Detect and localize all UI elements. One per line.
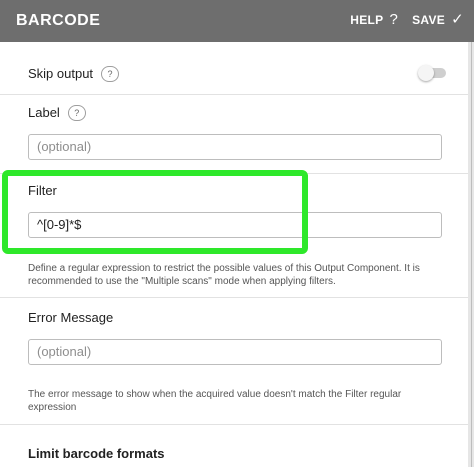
skip-output-toggle[interactable]	[418, 65, 446, 81]
help-button[interactable]: HELP ?	[350, 12, 398, 27]
label-field-label-row: Label?	[28, 105, 86, 121]
divider	[0, 94, 470, 95]
filter-highlight-box	[2, 170, 308, 254]
divider	[0, 424, 470, 425]
label-input[interactable]: (optional)	[28, 134, 442, 160]
save-button-label: SAVE	[412, 12, 446, 27]
label-field-label: Label	[28, 105, 60, 120]
skip-output-help-icon[interactable]: ?	[101, 66, 120, 82]
filter-help-text: Define a regular expression to restrict …	[28, 263, 420, 287]
checkmark-icon: ✓	[451, 11, 464, 28]
app-header: BARCODE HELP ? SAVE ✓	[0, 0, 474, 42]
error-message-label: Error Message	[28, 310, 114, 325]
header-actions: HELP ? SAVE ✓	[350, 12, 464, 27]
label-help-icon[interactable]: ?	[67, 105, 86, 121]
error-message-input[interactable]: (optional)	[28, 339, 442, 365]
save-button[interactable]: SAVE ✓	[412, 12, 464, 27]
help-button-label: HELP	[350, 12, 384, 27]
label-input-placeholder: (optional)	[37, 139, 92, 154]
question-mark-icon: ?	[389, 11, 399, 28]
skip-output-label: Skip output	[28, 66, 94, 81]
scrollbar-track	[471, 42, 472, 467]
error-message-help-text: The error message to show when the acqui…	[28, 389, 402, 413]
skip-output-label-row: Skip output?	[28, 66, 120, 82]
page-title: BARCODE	[16, 12, 101, 29]
divider	[0, 297, 470, 298]
error-message-placeholder: (optional)	[37, 344, 92, 359]
toggle-knob	[418, 65, 434, 81]
barcode-settings-screen: BARCODE HELP ? SAVE ✓ Skip output? Label…	[0, 0, 474, 467]
limit-barcode-formats-label: Limit barcode formats	[28, 446, 165, 461]
